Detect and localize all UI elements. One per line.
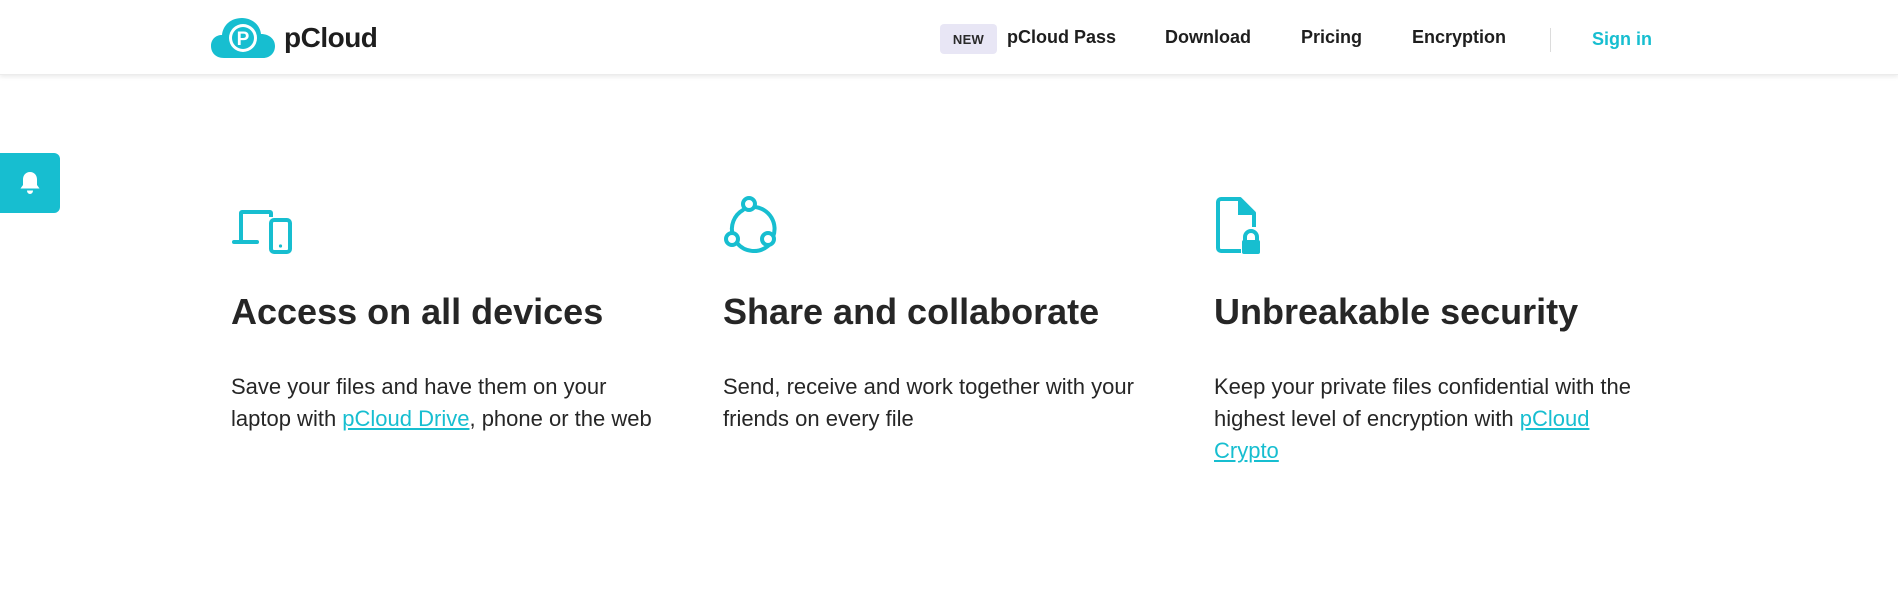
pcloud-drive-link[interactable]: pCloud Drive xyxy=(342,406,469,431)
feature-description: Save your files and have them on your la… xyxy=(231,371,671,435)
feature-title: Access on all devices xyxy=(231,291,604,332)
bell-icon xyxy=(20,172,40,194)
secure-file-icon xyxy=(1216,197,1260,254)
share-icon xyxy=(724,196,777,254)
feature-title: Unbreakable security xyxy=(1214,291,1579,332)
site-header: P pCloud NEW pCloud Pass Download Pricin… xyxy=(0,0,1898,75)
feature-title: Share and collaborate xyxy=(723,291,1100,332)
notification-tab[interactable] xyxy=(0,153,60,213)
devices-icon xyxy=(232,210,292,254)
feature-security: Unbreakable security Keep your private f… xyxy=(1214,195,1664,463)
new-badge: NEW xyxy=(940,24,997,54)
nav-link-pricing[interactable]: Pricing xyxy=(1301,26,1362,48)
nav-link-pcloud-pass[interactable]: pCloud Pass xyxy=(1007,26,1116,48)
nav-link-encryption[interactable]: Encryption xyxy=(1412,26,1506,48)
logo-wordmark: pCloud xyxy=(284,22,378,53)
sign-in-link[interactable]: Sign in xyxy=(1592,28,1652,50)
nav-divider xyxy=(1550,28,1551,52)
feature-devices: Access on all devices Save your files an… xyxy=(231,195,681,431)
feature-description: Send, receive and work together with you… xyxy=(723,374,1134,431)
feature-share: Share and collaborate Send, receive and … xyxy=(723,195,1173,431)
feature-description: Keep your private files confidential wit… xyxy=(1214,371,1644,467)
nav-link-download[interactable]: Download xyxy=(1165,26,1251,48)
pcloud-logo[interactable]: P pCloud xyxy=(210,16,378,60)
pcloud-logo-icon: P xyxy=(211,18,275,58)
svg-text:P: P xyxy=(237,29,250,50)
feature-description-text-end: , phone or the web xyxy=(469,406,652,431)
